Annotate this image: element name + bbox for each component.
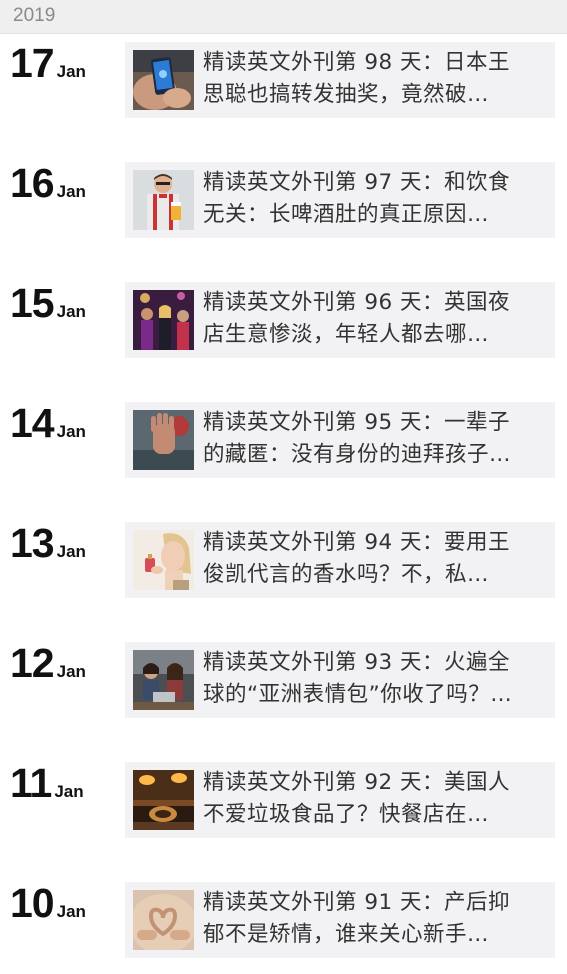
day-number: 17 [10,40,55,86]
article-card[interactable]: 精读英文外刊第 97 天：和饮食 无关：长啤酒肚的真正原因… [125,162,555,238]
day-number: 12 [10,640,55,686]
article-card[interactable]: 精读英文外刊第 98 天：日本王 思聪也搞转发抽奖，竟然破… [125,42,555,118]
year-header: 2019 [0,0,567,34]
article-thumbnail [133,530,194,590]
article-title: 精读英文外刊第 98 天：日本王 思聪也搞转发抽奖，竟然破… [203,50,511,107]
article-card[interactable]: 精读英文外刊第 96 天：英国夜 店生意惨淡，年轻人都去哪… [125,282,555,358]
list-item: 14 Jan 精读英文外刊第 95 天：一辈子 的藏匿：没有身份的迪拜孩子… [0,394,567,478]
month-label: Jan [56,542,86,561]
date-label: 16 Jan [10,160,86,207]
day-number: 14 [10,400,55,446]
day-number: 10 [10,880,55,926]
article-card[interactable]: 精读英文外刊第 93 天：火遍全 球的“亚洲表情包”你收了吗？… [125,642,555,718]
woman-perfume-image [133,530,194,590]
list-item: 17 Jan 精读英文外刊第 98 天：日本王 思聪也搞转发抽奖，竟然破… [0,34,567,118]
article-card[interactable]: 精读英文外刊第 92 天：美国人 不爱垃圾食品了？快餐店在… [125,762,555,838]
people-laptop-image [133,650,194,710]
list-item: 15 Jan 精读英文外刊第 96 天：英国夜 店生意惨淡，年轻人都去哪… [0,274,567,358]
hand-stop-image [133,410,194,470]
article-card[interactable]: 精读英文外刊第 95 天：一辈子 的藏匿：没有身份的迪拜孩子… [125,402,555,478]
date-label: 12 Jan [10,640,86,687]
month-label: Jan [56,182,86,201]
month-label: Jan [54,782,84,801]
month-label: Jan [56,422,86,441]
list-item: 10 Jan 精读英文外刊第 91 天：产后抑 郁不是矫情，谁来关心新手… [0,874,567,958]
year-label: 2019 [13,5,56,26]
day-number: 11 [10,760,52,806]
month-label: Jan [56,902,86,921]
article-thumbnail [133,890,194,950]
list-item: 12 Jan 精读英文外刊第 93 天：火遍全 球的“亚洲表情包”你收了吗？… [0,634,567,718]
article-title: 精读英文外刊第 97 天：和饮食 无关：长啤酒肚的真正原因… [203,170,511,227]
day-number: 15 [10,280,55,326]
article-thumbnail [133,770,194,830]
article-title: 精读英文外刊第 96 天：英国夜 店生意惨淡，年轻人都去哪… [203,290,511,347]
date-label: 11 Jan [10,760,84,807]
article-card[interactable]: 精读英文外刊第 94 天：要用王 俊凯代言的香水吗？不，私… [125,522,555,598]
date-label: 14 Jan [10,400,86,447]
article-title: 精读英文外刊第 92 天：美国人 不爱垃圾食品了？快餐店在… [203,770,511,827]
list-item: 16 Jan 精读英文外刊第 97 天：和饮食 无关：长啤酒肚的真正原因… [0,154,567,238]
article-title: 精读英文外刊第 95 天：一辈子 的藏匿：没有身份的迪拜孩子… [203,410,512,467]
month-label: Jan [56,62,86,81]
date-label: 13 Jan [10,520,86,567]
nightclub-party-image [133,290,194,350]
article-thumbnail [133,290,194,350]
article-title: 精读英文外刊第 91 天：产后抑 郁不是矫情，谁来关心新手… [203,890,511,947]
article-thumbnail [133,410,194,470]
date-label: 15 Jan [10,280,86,327]
month-label: Jan [56,662,86,681]
date-label: 10 Jan [10,880,86,927]
heart-hands-belly-image [133,890,194,950]
day-number: 16 [10,160,55,206]
article-thumbnail [133,50,194,110]
month-label: Jan [56,302,86,321]
date-label: 17 Jan [10,40,86,87]
restaurant-lamps-image [133,770,194,830]
article-card[interactable]: 精读英文外刊第 91 天：产后抑 郁不是矫情，谁来关心新手… [125,882,555,958]
article-thumbnail [133,650,194,710]
list-item: 11 Jan 精读英文外刊第 92 天：美国人 不爱垃圾食品了？快餐店在… [0,754,567,838]
day-number: 13 [10,520,55,566]
article-thumbnail [133,170,194,230]
phone-in-hand-image [133,50,194,110]
list-item: 13 Jan 精读英文外刊第 94 天：要用王 俊凯代言的香水吗？不，私… [0,514,567,598]
article-title: 精读英文外刊第 94 天：要用王 俊凯代言的香水吗？不，私… [203,530,511,587]
article-title: 精读英文外刊第 93 天：火遍全 球的“亚洲表情包”你收了吗？… [203,650,513,707]
man-with-beer-image [133,170,194,230]
